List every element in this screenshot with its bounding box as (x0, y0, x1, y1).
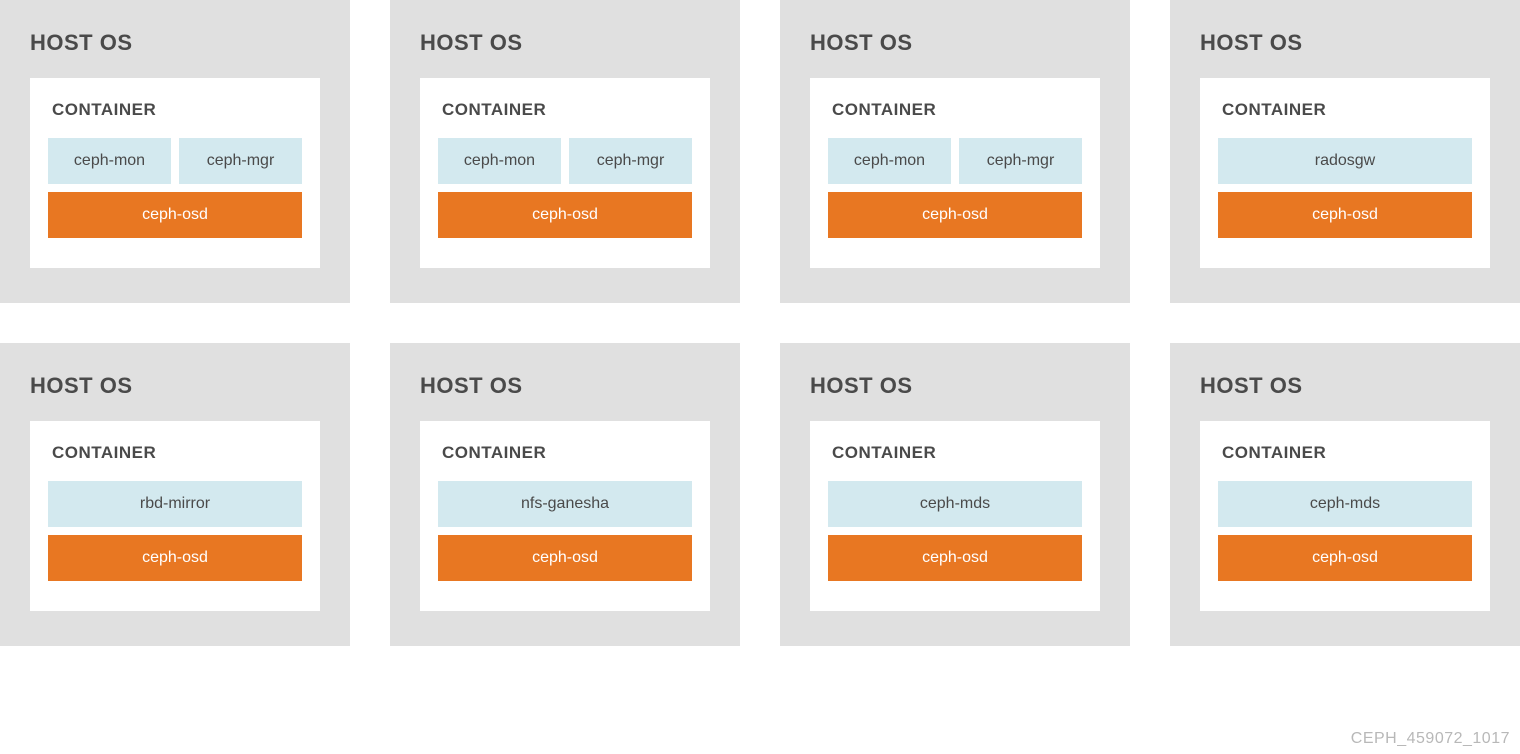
service-row-top: radosgw (1218, 138, 1472, 184)
service-box-light: ceph-mds (1218, 481, 1472, 527)
service-box-light: ceph-mgr (179, 138, 302, 184)
container-card: CONTAINER ceph-monceph-mgr ceph-osd (810, 78, 1100, 268)
service-row-bottom: ceph-osd (438, 535, 692, 581)
host-title: HOST OS (420, 30, 710, 56)
service-row-top: ceph-mds (1218, 481, 1472, 527)
host-grid: HOST OSCONTAINERceph-monceph-mgrceph-osd… (0, 0, 1520, 646)
service-box-orange: ceph-osd (48, 535, 302, 581)
host-card: HOST OS CONTAINER nfs-ganesha ceph-osd (390, 343, 740, 646)
host-card: HOST OS CONTAINER ceph-monceph-mgr ceph-osd (390, 0, 740, 303)
container-title: CONTAINER (52, 443, 302, 463)
container-title: CONTAINER (832, 443, 1082, 463)
container-card: CONTAINER ceph-monceph-mgr ceph-osd (30, 78, 320, 268)
host-card: HOST OS CONTAINER ceph-monceph-mgr ceph-osd (0, 0, 350, 303)
service-row-top: rbd-mirror (48, 481, 302, 527)
host-title: HOST OS (810, 30, 1100, 56)
service-row-bottom: ceph-osd (828, 192, 1082, 238)
container-title: CONTAINER (442, 100, 692, 120)
service-row-top: nfs-ganesha (438, 481, 692, 527)
service-box-light: ceph-mon (438, 138, 561, 184)
service-box-orange: ceph-osd (828, 192, 1082, 238)
service-box-orange: ceph-osd (1218, 535, 1472, 581)
container-card: CONTAINER ceph-monceph-mgr ceph-osd (420, 78, 710, 268)
host-title: HOST OS (810, 373, 1100, 399)
service-row-top: ceph-monceph-mgr (828, 138, 1082, 184)
service-box-orange: ceph-osd (828, 535, 1082, 581)
service-row-bottom: ceph-osd (438, 192, 692, 238)
service-box-light: ceph-mds (828, 481, 1082, 527)
host-card: HOST OS CONTAINER rbd-mirror ceph-osd (0, 343, 350, 646)
container-title: CONTAINER (1222, 100, 1472, 120)
service-row-bottom: ceph-osd (1218, 192, 1472, 238)
container-card: CONTAINER ceph-mds ceph-osd (1200, 421, 1490, 611)
service-box-light: nfs-ganesha (438, 481, 692, 527)
container-title: CONTAINER (442, 443, 692, 463)
service-row-bottom: ceph-osd (48, 192, 302, 238)
host-card: HOST OS CONTAINER radosgw ceph-osd (1170, 0, 1520, 303)
host-card: HOST OS CONTAINER ceph-monceph-mgr ceph-osd (780, 0, 1130, 303)
container-card: CONTAINER radosgw ceph-osd (1200, 78, 1490, 268)
container-title: CONTAINER (52, 100, 302, 120)
service-row-top: ceph-monceph-mgr (438, 138, 692, 184)
host-card: HOST OS CONTAINER ceph-mds ceph-osd (780, 343, 1130, 646)
service-box-light: ceph-mgr (959, 138, 1082, 184)
service-row-bottom: ceph-osd (828, 535, 1082, 581)
host-title: HOST OS (30, 373, 320, 399)
service-box-light: ceph-mon (48, 138, 171, 184)
service-box-orange: ceph-osd (438, 192, 692, 238)
service-row-top: ceph-monceph-mgr (48, 138, 302, 184)
service-row-bottom: ceph-osd (1218, 535, 1472, 581)
container-title: CONTAINER (832, 100, 1082, 120)
service-box-light: rbd-mirror (48, 481, 302, 527)
host-title: HOST OS (1200, 30, 1490, 56)
service-box-light: ceph-mgr (569, 138, 692, 184)
service-box-orange: ceph-osd (1218, 192, 1472, 238)
container-title: CONTAINER (1222, 443, 1472, 463)
service-box-light: radosgw (1218, 138, 1472, 184)
footer-label: CEPH_459072_1017 (1351, 730, 1510, 748)
host-title: HOST OS (1200, 373, 1490, 399)
service-row-bottom: ceph-osd (48, 535, 302, 581)
host-card: HOST OS CONTAINER ceph-mds ceph-osd (1170, 343, 1520, 646)
container-card: CONTAINER nfs-ganesha ceph-osd (420, 421, 710, 611)
container-card: CONTAINER rbd-mirror ceph-osd (30, 421, 320, 611)
service-box-orange: ceph-osd (438, 535, 692, 581)
service-box-orange: ceph-osd (48, 192, 302, 238)
service-box-light: ceph-mon (828, 138, 951, 184)
host-title: HOST OS (420, 373, 710, 399)
container-card: CONTAINER ceph-mds ceph-osd (810, 421, 1100, 611)
service-row-top: ceph-mds (828, 481, 1082, 527)
host-title: HOST OS (30, 30, 320, 56)
